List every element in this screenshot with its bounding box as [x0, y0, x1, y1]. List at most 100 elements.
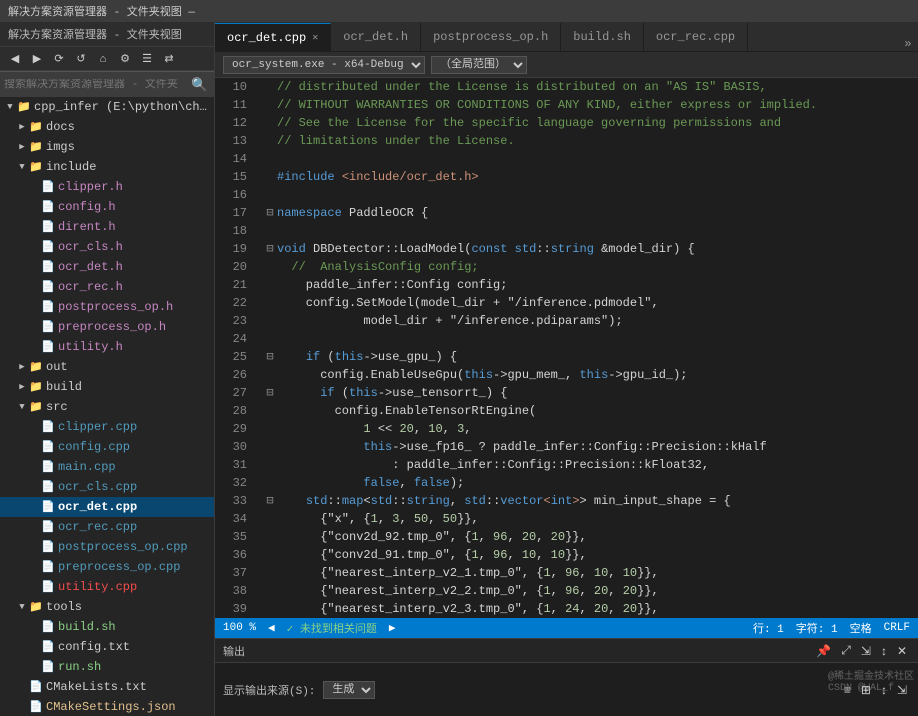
tree-item-dirent.h[interactable]: 📄dirent.h	[0, 217, 214, 237]
line-number: 36	[215, 546, 247, 564]
tree-label-clipper.h: clipper.h	[58, 180, 123, 194]
tree-item-ocr_rec.h[interactable]: 📄ocr_rec.h	[0, 277, 214, 297]
code-line: 1 << 20, 10, 3,	[263, 420, 910, 438]
line-number: 11	[215, 96, 247, 114]
search-button[interactable]: 🔍	[189, 75, 210, 95]
tree-item-run.sh[interactable]: 📄run.sh	[0, 657, 214, 677]
sync-button[interactable]: ⇄	[158, 49, 180, 69]
fold-button[interactable]: ⊟	[263, 204, 277, 222]
tree-label-ocr_det.cpp: ocr_det.cpp	[58, 500, 137, 514]
tree-label-build.sh: build.sh	[58, 620, 116, 634]
tree-item-out[interactable]: ▶📁out	[0, 357, 214, 377]
code-content[interactable]: // distributed under the License is dist…	[255, 78, 918, 618]
tree-label-postprocess_op.h: postprocess_op.h	[58, 300, 173, 314]
tree-item-src[interactable]: ▼📁src	[0, 397, 214, 417]
search-input[interactable]	[4, 79, 189, 91]
file-icon-build2: 📁	[28, 380, 44, 394]
tree-item-CMakeSettings.json[interactable]: 📄CMakeSettings.json	[0, 697, 214, 716]
code-line: {"conv2d_91.tmp_0", {1, 96, 10, 10}},	[263, 546, 910, 564]
line-number: 35	[215, 528, 247, 546]
refresh-button[interactable]: ⟳	[48, 49, 70, 69]
tree-item-postprocess_op.h[interactable]: 📄postprocess_op.h	[0, 297, 214, 317]
tree-label-ocr_rec.h: ocr_rec.h	[58, 280, 123, 294]
tree-arrow-include: ▼	[16, 162, 28, 172]
tree-item-ocr_det.h[interactable]: 📄ocr_det.h	[0, 257, 214, 277]
tree-item-CMakeLists.txt[interactable]: 📄CMakeLists.txt	[0, 677, 214, 697]
output-menu-button[interactable]: ≡	[841, 683, 854, 697]
tree-item-docs[interactable]: ▶📁docs	[0, 117, 214, 137]
code-line: config.EnableTensorRtEngine(	[263, 402, 910, 420]
tab-close-icon[interactable]: ✕	[312, 32, 318, 44]
back-button[interactable]: ◀	[4, 49, 26, 69]
tree-item-config.h[interactable]: 📄config.h	[0, 197, 214, 217]
output-panel: 输出 📌 ⤢ ⇲ ↕ ✕ 显示输出来源(S): 生成 ≡ ⊞ ↕	[215, 638, 918, 716]
tab-overflow-button[interactable]: »	[898, 37, 918, 51]
tree-item-postprocess_op.cpp[interactable]: 📄postprocess_op.cpp	[0, 537, 214, 557]
tab-ocr_rec-cpp[interactable]: ocr_rec.cpp	[644, 23, 748, 51]
tree-item-clipper.cpp[interactable]: 📄clipper.cpp	[0, 417, 214, 437]
home-button[interactable]: ⌂	[92, 49, 114, 69]
title-bar: 解决方案资源管理器 - 文件夹视图 —	[0, 0, 918, 22]
tree-item-ocr_cls.h[interactable]: 📄ocr_cls.h	[0, 237, 214, 257]
encoding-indicator: CRLF	[884, 622, 910, 634]
properties-button[interactable]: ⚙	[114, 49, 136, 69]
line-number: 38	[215, 582, 247, 600]
debug-target-dropdown[interactable]: ocr_system.exe - x64-Debug	[223, 56, 425, 74]
line-number: 10	[215, 78, 247, 96]
code-line: : paddle_infer::Config::Precision::kFloa…	[263, 456, 910, 474]
tree-item-utility.cpp[interactable]: 📄utility.cpp	[0, 577, 214, 597]
zoom-level: 100 %	[223, 622, 256, 634]
tree-item-config.txt[interactable]: 📄config.txt	[0, 637, 214, 657]
output-wrap-button[interactable]: ⇲	[894, 683, 910, 697]
filter-button[interactable]: ☰	[136, 49, 158, 69]
output-layout-button[interactable]: ⇲	[858, 643, 874, 658]
tree-item-utility.h[interactable]: 📄utility.h	[0, 337, 214, 357]
tab-postprocess_op-h[interactable]: postprocess_op.h	[421, 23, 561, 51]
output-pin-button[interactable]: 📌	[813, 643, 834, 658]
output-source-label: 显示输出来源(S):	[223, 682, 315, 698]
fold-button[interactable]: ⊟	[263, 384, 277, 402]
file-icon-postprocess_op.h: 📄	[40, 300, 56, 314]
undo-button[interactable]: ↺	[70, 49, 92, 69]
code-text: false, false);	[277, 474, 464, 492]
forward-button[interactable]: ▶	[26, 49, 48, 69]
tree-item-preprocess_op.h[interactable]: 📄preprocess_op.h	[0, 317, 214, 337]
file-icon-ocr_cls.h: 📄	[40, 240, 56, 254]
tab-ocr_det-h[interactable]: ocr_det.h	[331, 23, 421, 51]
code-text: : paddle_infer::Config::Precision::kFloa…	[277, 456, 709, 474]
tree-item-preprocess_op.cpp[interactable]: 📄preprocess_op.cpp	[0, 557, 214, 577]
tree-item-build2[interactable]: ▶📁build	[0, 377, 214, 397]
output-expand-button[interactable]: ⊞	[858, 683, 874, 697]
output-source-select[interactable]: 生成	[323, 681, 375, 699]
output-filter-button[interactable]: ↕	[878, 683, 890, 697]
tab-ocr_det-cpp[interactable]: ocr_det.cpp✕	[215, 23, 331, 51]
tab-label: ocr_rec.cpp	[656, 30, 735, 44]
output-maximize-button[interactable]: ⤢	[838, 643, 854, 658]
code-text: // See the License for the specific lang…	[277, 114, 781, 132]
tree-item-include[interactable]: ▼📁include	[0, 157, 214, 177]
output-split-button[interactable]: ↕	[878, 643, 890, 658]
debug-scope-dropdown[interactable]: （全局范围）	[431, 56, 527, 74]
fold-button[interactable]: ⊟	[263, 492, 277, 510]
tree-item-main.cpp[interactable]: 📄main.cpp	[0, 457, 214, 477]
tree-item-imgs[interactable]: ▶📁imgs	[0, 137, 214, 157]
tree-item-build.sh[interactable]: 📄build.sh	[0, 617, 214, 637]
tree-item-config.cpp[interactable]: 📄config.cpp	[0, 437, 214, 457]
tree-item-ocr_rec.cpp[interactable]: 📄ocr_rec.cpp	[0, 517, 214, 537]
tree-item-ocr_cls.cpp[interactable]: 📄ocr_cls.cpp	[0, 477, 214, 497]
line-number: 39	[215, 600, 247, 618]
tree-item-tools[interactable]: ▼📁tools	[0, 597, 214, 617]
tree-label-preprocess_op.h: preprocess_op.h	[58, 320, 166, 334]
code-text: {"nearest_interp_v2_1.tmp_0", {1, 96, 10…	[277, 564, 659, 582]
code-line: false, false);	[263, 474, 910, 492]
line-number: 31	[215, 456, 247, 474]
tree-item-ocr_det.cpp[interactable]: 📄ocr_det.cpp	[0, 497, 214, 517]
tree-label-utility.cpp: utility.cpp	[58, 580, 137, 594]
tree-item-clipper.h[interactable]: 📄clipper.h	[0, 177, 214, 197]
tree-label-utility.h: utility.h	[58, 340, 123, 354]
output-close-button[interactable]: ✕	[894, 643, 910, 658]
tree-item-cpp_infer[interactable]: ▼📁cpp_infer (E:\python\check\	[0, 97, 214, 117]
fold-button[interactable]: ⊟	[263, 348, 277, 366]
tab-build-sh[interactable]: build.sh	[561, 23, 644, 51]
fold-button[interactable]: ⊟	[263, 240, 277, 258]
